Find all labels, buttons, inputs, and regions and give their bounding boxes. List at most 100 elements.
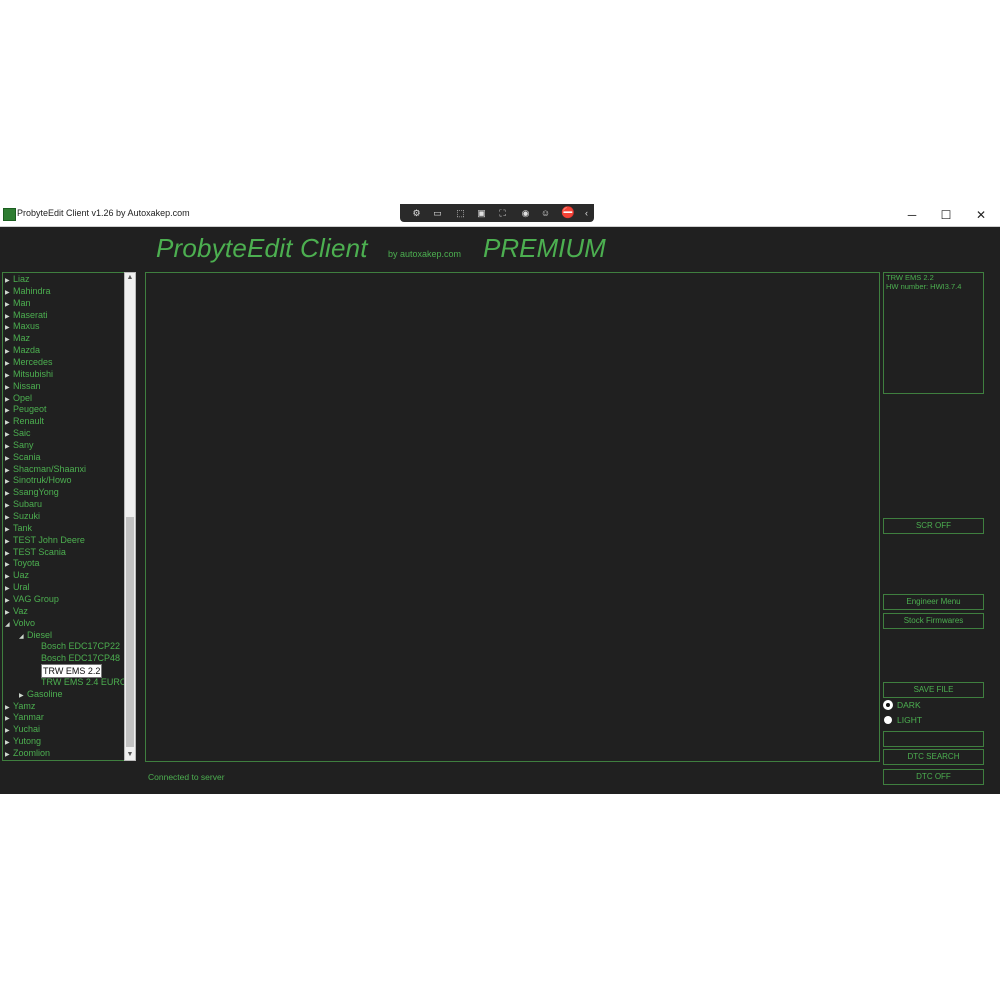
brand-title: ProbyteEdit Client (156, 233, 368, 263)
tree-item[interactable]: ▶ TEST Scania (5, 546, 66, 558)
tree-scrollbar[interactable]: ▲ ▼ (124, 272, 136, 761)
tree-item[interactable]: TRW EMS 2.4 EURO6 (41, 676, 124, 688)
dtc-search-button[interactable]: DTC SEARCH (883, 749, 984, 765)
maximize-button[interactable]: ☐ (936, 206, 956, 224)
tree-item-label: Gasoline (27, 688, 63, 699)
tree-item[interactable]: ▶ Vaz (5, 605, 28, 617)
tree-item-label: Mazda (13, 345, 41, 356)
tree-item[interactable]: ▶ Uaz (5, 569, 29, 581)
expanded-arrow-icon[interactable]: ◢ (5, 619, 13, 631)
tree-item-label: Ural (13, 582, 30, 593)
ecu-info-box: TRW EMS 2.2 HW number: HWI3.7.4 (883, 272, 984, 394)
tree-item-label: Subaru (13, 499, 43, 510)
tree-item[interactable]: ◢ Volvo (5, 617, 35, 629)
tree-item[interactable]: ▶ Mitsubishi (5, 368, 53, 380)
region-icon[interactable]: ⛶ (496, 207, 509, 219)
tree-item[interactable]: ▶ Man (5, 297, 31, 309)
tree-item[interactable]: ▶ Ural (5, 581, 30, 593)
tree-item[interactable]: ▶ Tank (5, 522, 32, 534)
video-icon[interactable]: ▭ (431, 207, 444, 219)
tree-item[interactable]: ▶ Maz (5, 332, 30, 344)
stock-firmwares-button[interactable]: Stock Firmwares (883, 613, 984, 629)
tree-item[interactable]: ▶ Maserati (5, 309, 48, 321)
tree-item-label: Maserati (13, 309, 48, 320)
tree-item[interactable]: ▶ Suzuki (5, 510, 40, 522)
scroll-up-icon[interactable]: ▲ (125, 273, 135, 283)
tree-item-label: Yutong (13, 736, 42, 747)
tree-item-label: TEST John Deere (13, 534, 85, 545)
select-icon[interactable]: ⬚ (454, 207, 467, 219)
tree-item[interactable]: ▶ TEST John Deere (5, 534, 85, 546)
tree-item[interactable]: ▶ Mercedes (5, 356, 53, 368)
tree-item[interactable]: ▶ Renault (5, 415, 44, 427)
tree-item[interactable]: ▶ Subaru (5, 498, 42, 510)
tree-item[interactable]: ▶ Liaz (5, 273, 30, 285)
tree-item-label: Sany (13, 439, 34, 450)
tree-item-label: Mercedes (13, 356, 53, 367)
tree-item[interactable]: ▶ Shacman/Shaanxi (5, 463, 86, 475)
tree-item[interactable]: ▶ Yutong (5, 735, 41, 747)
tree-item-label: Opel (13, 392, 33, 403)
window-icon[interactable]: ▣ (475, 207, 488, 219)
tree-item-label: Liaz (13, 274, 30, 284)
tree-item-label: Peugeot (13, 404, 47, 415)
theme-light-radio[interactable]: LIGHT (884, 714, 922, 726)
tree-item[interactable]: ▶ Yuchai (5, 723, 40, 735)
scr-off-button[interactable]: SCR OFF (883, 518, 984, 534)
blank-button[interactable] (883, 731, 984, 747)
expand-arrow-icon[interactable]: ▶ (5, 749, 13, 760)
tree-item-label: Mahindra (13, 285, 51, 296)
tree-item[interactable]: ▶ Scania (5, 451, 41, 463)
window-title: ProbyteEdit Client v1.26 by Autoxakep.co… (17, 208, 190, 218)
tree-item-label: Renault (13, 416, 45, 427)
tree-item[interactable]: Bosch EDC17CP48 (41, 652, 120, 664)
tree-item[interactable]: ◢ Diesel (19, 629, 52, 641)
dtc-off-button[interactable]: DTC OFF (883, 769, 984, 785)
hw-number: HW number: HWI3.7.4 (886, 282, 962, 291)
tree-item[interactable]: ▶ Yanmar (5, 711, 44, 723)
stop-icon[interactable]: ⛔ (561, 207, 575, 219)
tree-item[interactable]: ▶ Mazda (5, 344, 40, 356)
connection-status: Connected to server (148, 772, 225, 782)
tree-item[interactable]: ▶ Peugeot (5, 403, 47, 415)
tree-item[interactable]: ▶ Gasoline (19, 688, 63, 700)
settings-icon[interactable]: ⚙ (410, 207, 423, 219)
collapse-icon[interactable]: ‹ (580, 207, 593, 219)
radio-selected-icon[interactable] (884, 701, 892, 709)
tree-item-label: Vaz (13, 605, 28, 616)
minimize-button[interactable]: ─ (902, 206, 922, 224)
audio-icon[interactable]: ◉ (519, 207, 532, 219)
theme-dark-radio[interactable]: DARK (884, 699, 921, 711)
tree-item[interactable]: ▶ Yamz (5, 700, 35, 712)
engineer-menu-button[interactable]: Engineer Menu (883, 594, 984, 610)
app-window: ProbyteEdit Client v1.26 by Autoxakep.co… (0, 204, 1000, 794)
scroll-down-icon[interactable]: ▼ (125, 750, 135, 760)
tree-item-label: Maz (13, 333, 31, 344)
tree-item[interactable]: ▶ Nissan (5, 380, 41, 392)
tree-item[interactable]: ▶ VAG Group (5, 593, 59, 605)
tree-item[interactable]: ▶ Saic (5, 427, 31, 439)
tree-item-label: Yamz (13, 700, 36, 711)
tree-item[interactable]: Bosch EDC17CP22 (41, 640, 120, 652)
accessibility-icon[interactable]: ☺ (539, 207, 552, 219)
tree-item[interactable]: ▶ Zoomlion (5, 747, 50, 759)
app-content: ProbyteEdit Client by autoxakep.com PREM… (0, 227, 1000, 794)
tree-item[interactable]: ▶ Mahindra (5, 285, 51, 297)
tree-item-label: Sinotruk/Howo (13, 475, 72, 486)
tree-item[interactable]: ▶ Sinotruk/Howo (5, 474, 72, 486)
tree-item[interactable]: ▶ Sany (5, 439, 34, 451)
capture-toolbar: ⚙ ▭ ⬚ ▣ ⛶ ◉ ☺ ⛔ ‹ (400, 204, 594, 222)
vehicle-tree[interactable]: ▶ Liaz ▶ Mahindra ▶ Man ▶ Maserati ▶ Maxus ▶ Maz ▶ Ma… (2, 272, 125, 761)
scroll-thumb[interactable] (126, 517, 134, 747)
close-button[interactable]: ✕ (971, 206, 991, 224)
expanded-arrow-icon[interactable]: ◢ (19, 631, 27, 643)
title-bar[interactable]: ProbyteEdit Client v1.26 by Autoxakep.co… (0, 204, 1000, 227)
tree-item[interactable]: ▶ Toyota (5, 557, 40, 569)
tree-item-label: Uaz (13, 570, 30, 581)
tree-item[interactable]: ▶ Maxus (5, 320, 40, 332)
tree-item[interactable]: ▶ Opel (5, 392, 32, 404)
tree-item[interactable]: ▶ SsangYong (5, 486, 59, 498)
save-file-button[interactable]: SAVE FILE (883, 682, 984, 698)
ecu-name: TRW EMS 2.2 (886, 273, 934, 282)
radio-unselected-icon[interactable] (884, 716, 892, 724)
